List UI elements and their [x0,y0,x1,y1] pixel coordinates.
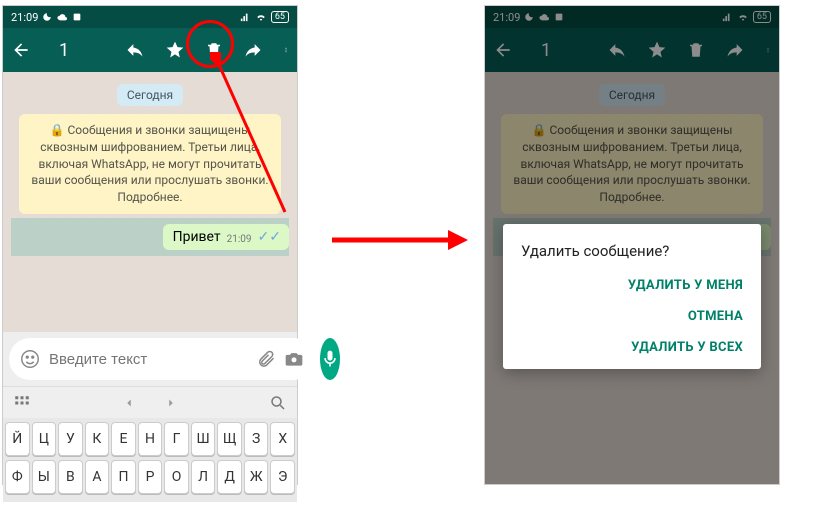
keyboard[interactable]: ЙЦУКЕНГШЩЗХ ФЫВАПРОЛДЖЭ [3,418,297,502]
message-text: Привет [173,229,221,245]
signal-icon [239,12,251,22]
key-Щ[interactable]: Щ [217,422,242,456]
key-Р[interactable]: Р [138,460,163,494]
key-В[interactable]: В [58,460,83,494]
status-bar: 21:09 65 [3,6,297,28]
message-input[interactable] [49,351,248,368]
forward-icon[interactable] [243,40,263,60]
key-К[interactable]: К [85,422,110,456]
date-chip: Сегодня [117,84,183,106]
key-О[interactable]: О [164,460,189,494]
keyboard-toolbar [3,386,297,418]
grid-icon[interactable] [13,394,31,412]
selection-count: 1 [59,40,105,61]
read-ticks-icon: ✓✓ [258,229,281,245]
key-У[interactable]: У [58,422,83,456]
key-Э[interactable]: Э [270,460,295,494]
key-Д[interactable]: Д [217,460,242,494]
star-icon[interactable] [165,40,185,60]
key-Ы[interactable]: Ы [32,460,57,494]
delete-for-all-button[interactable]: УДАЛИТЬ У ВСЕХ [631,340,743,355]
mic-button[interactable] [320,338,340,380]
message-input-pill[interactable] [9,338,314,380]
search-icon[interactable] [269,394,287,412]
selected-message-row[interactable]: Привет 21:09 ✓✓ [11,218,289,256]
message-time: 21:09 [227,234,252,245]
app-icon [72,12,82,22]
key-Ж[interactable]: Ж [244,460,269,494]
key-З[interactable]: З [244,422,269,456]
key-Ш[interactable]: Ш [191,422,216,456]
message-input-bar [3,332,297,386]
chevron-left-icon[interactable] [122,396,136,410]
wifi-icon [255,12,267,22]
key-Н[interactable]: Н [138,422,163,456]
cancel-button[interactable]: ОТМЕНА [688,309,743,324]
dialog-title: Удалить сообщение? [521,242,753,260]
reply-icon[interactable] [125,40,145,60]
status-time: 21:09 [11,11,38,24]
moon-icon [42,12,52,22]
key-Ф[interactable]: Ф [5,460,30,494]
message-bubble[interactable]: Привет 21:09 ✓✓ [163,224,289,250]
emoji-icon[interactable] [19,348,41,370]
key-Е[interactable]: Е [111,422,136,456]
back-arrow-icon[interactable] [11,40,31,60]
key-Г[interactable]: Г [164,422,189,456]
key-Х[interactable]: Х [270,422,295,456]
annotation-arrow-transition [330,228,470,252]
key-Ц[interactable]: Ц [32,422,57,456]
trash-icon[interactable] [205,40,223,60]
camera-icon[interactable] [284,349,304,369]
chat-body: Сегодня 🔒 Сообщения и звонки защищены ск… [3,72,297,252]
encryption-notice[interactable]: 🔒 Сообщения и звонки защищены сквозным ш… [19,114,281,214]
attach-icon[interactable] [256,349,276,369]
chevron-right-icon[interactable] [164,396,178,410]
battery-indicator: 65 [271,11,289,23]
phone-screenshot-right: 21:09 65 1 Сегодня 🔒 Сообщения и звонки … [484,5,780,485]
key-Л[interactable]: Л [191,460,216,494]
mic-icon [320,349,340,369]
delete-dialog: Удалить сообщение? УДАЛИТЬ У МЕНЯ ОТМЕНА… [503,224,761,369]
key-П[interactable]: П [111,460,136,494]
more-icon[interactable] [283,40,289,60]
phone-screenshot-left: 21:09 65 1 Сегодня 🔒 Сообщения и звонки … [2,5,298,485]
key-Й[interactable]: Й [5,422,30,456]
key-А[interactable]: А [85,460,110,494]
cloud-icon [56,12,68,22]
delete-for-me-button[interactable]: УДАЛИТЬ У МЕНЯ [628,278,743,293]
selection-toolbar: 1 [3,28,297,72]
